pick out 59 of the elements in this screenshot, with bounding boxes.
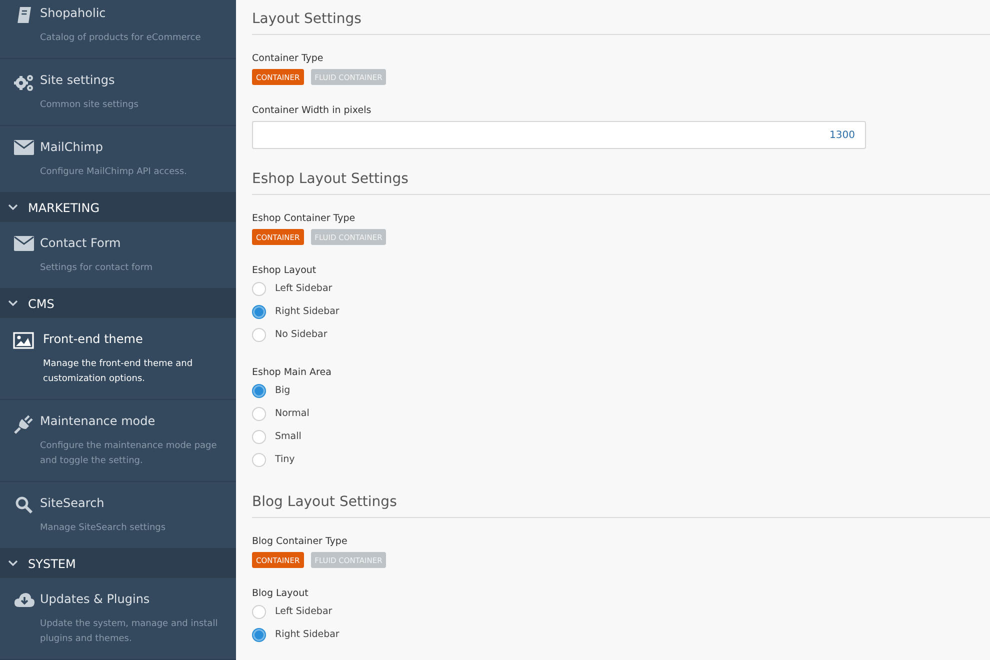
- item-description: Update the system, manage and install plugins and themes.: [40, 618, 219, 646]
- item-title: Shopaholic: [40, 5, 107, 22]
- input-field[interactable]: 1300: [252, 121, 866, 149]
- envelope-icon: [14, 236, 34, 251]
- radio-label: Tiny: [275, 454, 295, 465]
- radio-button[interactable]: [252, 604, 266, 618]
- radio-label: Right Sidebar: [275, 306, 340, 317]
- item-title: Front-end theme: [43, 331, 144, 348]
- radio-button[interactable]: [252, 384, 266, 398]
- radio-button[interactable]: [252, 328, 266, 342]
- radio-label: Left Sidebar: [275, 606, 332, 617]
- radio-button[interactable]: [252, 282, 266, 296]
- radio-label: No Sidebar: [275, 329, 328, 340]
- radio-label: Normal: [275, 408, 310, 419]
- item-title: MailChimp: [40, 139, 104, 156]
- field-label: Blog Layout: [252, 587, 308, 600]
- cloud-download-icon: [14, 592, 34, 608]
- image-icon: [13, 332, 34, 349]
- radio-label: Right Sidebar: [275, 629, 340, 640]
- item-description: Catalog of products for eCommerce: [40, 32, 202, 45]
- section-title: CMS: [28, 296, 54, 310]
- radio-button[interactable]: [252, 304, 266, 318]
- field-label: Eshop Main Area: [252, 366, 332, 379]
- item-description: Settings for contact form: [40, 262, 154, 275]
- radio-label: Big: [275, 385, 290, 396]
- radio-label: Small: [275, 431, 302, 442]
- field-label: Container Type: [252, 52, 324, 65]
- item-description: Manage SiteSearch settings: [40, 522, 167, 535]
- plug-icon: [14, 414, 34, 434]
- field-label: Eshop Container Type: [252, 212, 356, 225]
- item-description: Configure the maintenance mode page and toggle the setting.: [40, 440, 218, 468]
- section-title: MARKETING: [28, 200, 100, 214]
- section-heading: Blog Layout Settings: [252, 491, 990, 518]
- field-label: Blog Container Type: [252, 535, 348, 548]
- radio-button[interactable]: [252, 406, 266, 420]
- search-icon: [15, 496, 33, 514]
- item-title: Site settings: [40, 72, 116, 89]
- item-title: Maintenance mode: [40, 413, 156, 430]
- section-header[interactable]: MARKETING: [0, 193, 236, 222]
- radio-button[interactable]: [252, 430, 266, 444]
- envelope-icon: [14, 140, 34, 155]
- section-heading: Eshop Layout Settings: [252, 168, 990, 195]
- item-description: Common site settings: [40, 99, 140, 112]
- section-title: SYSTEM: [28, 556, 76, 570]
- item-title: Updates & Plugins: [40, 591, 151, 608]
- item-title: SiteSearch: [40, 495, 106, 512]
- item-description: Configure MailChimp API access.: [40, 166, 188, 179]
- field-label: Eshop Layout: [252, 264, 316, 277]
- section-heading: Layout Settings: [252, 8, 990, 35]
- radio-button[interactable]: [252, 452, 266, 466]
- section-header[interactable]: CMS: [0, 289, 236, 318]
- field-label: Container Width in pixels: [252, 104, 372, 117]
- radio-label: Left Sidebar: [275, 283, 332, 294]
- book-icon: [15, 6, 33, 24]
- item-title: Contact Form: [40, 235, 122, 252]
- radio-button[interactable]: [252, 628, 266, 642]
- item-description: Manage the front-end theme and customization options.: [43, 358, 194, 386]
- gears-icon: [13, 73, 35, 93]
- section-header[interactable]: SYSTEM: [0, 549, 236, 578]
